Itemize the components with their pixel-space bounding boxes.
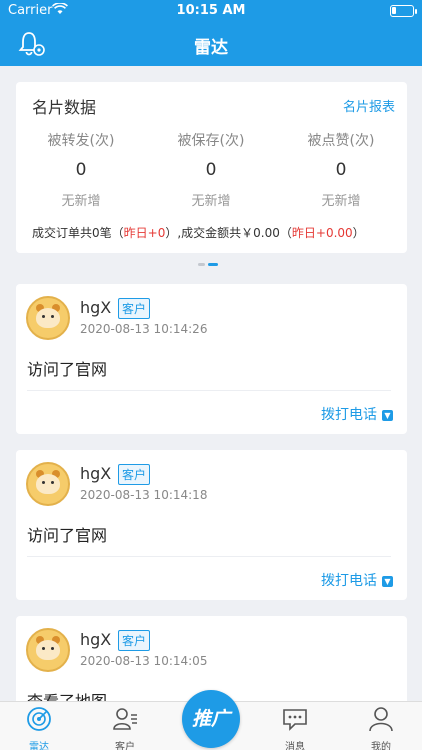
activity-time: 2020-08-13 10:14:18 [80,488,208,502]
stats-title: 名片数据 [32,98,97,117]
customer-name: hgX [80,298,112,317]
customer-name: hgX [80,630,112,649]
activity-text: 访问了官网 [27,526,108,545]
activity-time: 2020-08-13 10:14:26 [80,322,208,336]
tab-label: 我的 [371,742,391,750]
call-label: 拨打电话 [321,573,377,589]
call-button[interactable]: 拨打电话 ▼ [321,404,393,424]
divider [27,556,391,557]
customer-icon [113,708,137,730]
tab-radar[interactable]: 雷达 [9,706,69,750]
activity-card[interactable]: hgX 客户 2020-08-13 10:14:26 访问了官网 拨打电话 ▼ [16,284,407,434]
customer-tag: 客户 [118,464,151,485]
amount-suffix: ） [352,226,365,240]
stat-label: 被转发(次) [47,133,115,149]
avatar [26,296,70,340]
orders-prefix: 成交订单共0笔（ [32,226,124,240]
chevron-down-icon: ▼ [382,410,393,421]
page-title: 雷达 [194,38,228,58]
stat-change: 无新增 [61,194,101,209]
amount-change: 昨日+0.00 [291,226,353,240]
stat-value: 0 [205,160,217,180]
stat-saved: 被保存(次) 0 无新增 [146,130,276,209]
promote-button[interactable]: 推广 [182,690,240,748]
stat-liked: 被点赞(次) 0 无新增 [276,130,406,209]
tab-label: 雷达 [29,742,49,750]
tab-label: 消息 [285,742,305,750]
tab-messages[interactable]: 消息 [265,706,325,750]
page-dot-inactive [198,263,205,266]
call-button[interactable]: 拨打电话 ▼ [321,570,393,590]
customer-tag: 客户 [118,298,151,319]
message-icon [283,709,307,731]
battery-icon [390,5,417,17]
stat-change: 无新增 [191,194,231,209]
status-bar: Carrier 10:15 AM [0,0,422,22]
page-dot-active [208,263,218,266]
avatar [26,462,70,506]
app-header: Carrier 10:15 AM 雷达 [0,0,422,66]
orders-change: 昨日+0 [123,226,166,240]
tab-customer[interactable]: 客户 [95,706,155,750]
call-label: 拨打电话 [321,407,377,423]
radar-icon [27,707,51,731]
card-report-link[interactable]: 名片报表 [343,96,395,115]
activity-time: 2020-08-13 10:14:05 [80,654,208,668]
tab-label: 客户 [115,742,135,750]
activity-card[interactable]: hgX 客户 2020-08-13 10:14:18 访问了官网 拨打电话 ▼ [16,450,407,600]
clock-label: 10:15 AM [176,3,246,18]
stat-value: 0 [335,160,347,180]
deal-summary: 成交订单共0笔（昨日+0）,成交金额共￥0.00（昨日+0.00） [32,224,365,241]
stat-value: 0 [75,160,87,180]
activity-text: 访问了官网 [27,360,108,379]
card-stats-panel: 名片数据 名片报表 被转发(次) 0 无新增 被保存(次) 0 无新增 被点赞(… [16,82,407,253]
stat-label: 被点赞(次) [307,133,375,149]
stat-label: 被保存(次) [177,133,245,149]
customer-name: hgX [80,464,112,483]
divider [27,390,391,391]
amount-prefix: ）,成交金额共￥0.00（ [165,226,292,240]
profile-icon [369,707,393,732]
avatar [26,628,70,672]
customer-tag: 客户 [118,630,151,651]
chevron-down-icon: ▼ [382,576,393,587]
tab-profile[interactable]: 我的 [351,706,411,750]
stat-change: 无新增 [321,194,361,209]
stat-forwarded: 被转发(次) 0 无新增 [16,130,146,209]
